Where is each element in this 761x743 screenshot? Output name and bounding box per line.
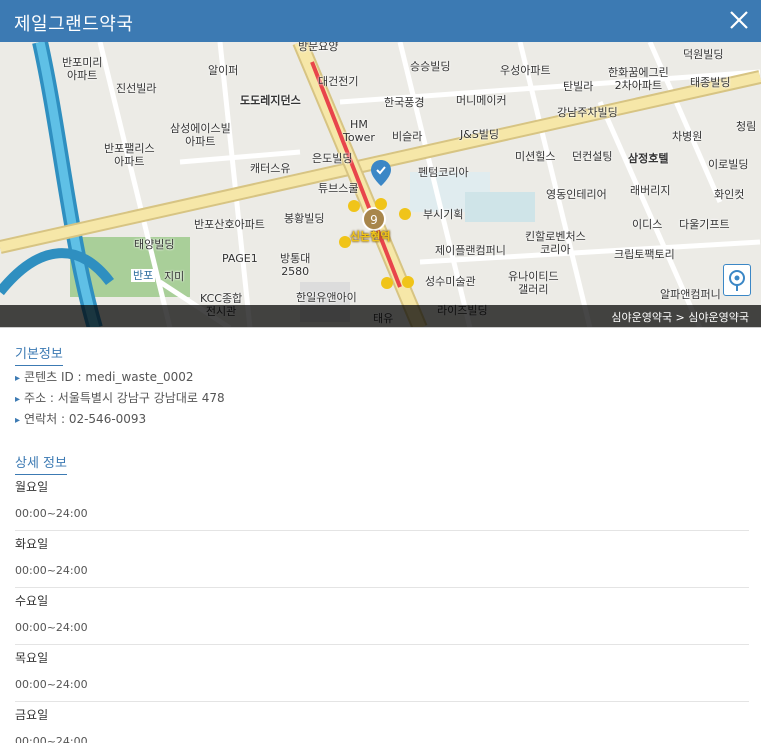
location-pin-icon[interactable] <box>371 160 391 186</box>
hours-row-fri: 금요일 00:00~24:00 <box>15 702 749 743</box>
hours-value: 00:00~24:00 <box>15 507 88 520</box>
map-label: 덕원빌딩 <box>683 48 724 61</box>
map-label: 반포산호아파트 <box>194 218 265 231</box>
hours-row-thu: 목요일 00:00~24:00 <box>15 645 749 702</box>
category-breadcrumb: 심야운영약국 > 심야운영약국 <box>0 305 761 327</box>
map-label: 진선빌라 <box>116 82 157 95</box>
hours-value: 00:00~24:00 <box>15 564 88 577</box>
map-label: 성수미술관 <box>425 275 476 288</box>
map-label: 부시기획 <box>423 208 464 221</box>
map-label: 영동인테리어 <box>546 188 607 201</box>
detail-info-title: 상세 정보 <box>15 452 67 475</box>
map-label: 반포 <box>131 269 156 282</box>
map-label: 태양빌딩 <box>134 238 175 251</box>
map-label: 우성아파트 <box>500 64 551 77</box>
info-content-id: ▸ 콘텐츠 ID : medi_waste_0002 <box>15 370 194 384</box>
map-label: 반포팰리스 아파트 <box>104 142 155 168</box>
hours-row-tue: 화요일 00:00~24:00 <box>15 531 749 588</box>
map-label: 반포미리 아파트 <box>62 56 103 82</box>
map-label: 한국풍경 <box>384 96 425 109</box>
map-label: 강남주차빌딩 <box>557 106 618 119</box>
svg-text:9: 9 <box>370 213 378 227</box>
map-label: HM Tower <box>343 118 375 144</box>
info-phone: ▸ 연락처 : 02-546-0093 <box>15 412 147 426</box>
map-label: 다울기프트 <box>679 218 730 231</box>
day-label: 수요일 <box>15 594 49 608</box>
map-label: 청림 <box>736 120 757 133</box>
map-label: 튜브스쿨 <box>318 182 359 195</box>
hours-row-mon: 월요일 00:00~24:00 <box>15 474 749 531</box>
hours-value: 00:00~24:00 <box>15 735 88 743</box>
map-label: J&S빌딩 <box>460 128 500 141</box>
popup-header: 제일그랜드약국 <box>0 0 761 42</box>
map-label: 은도빌딩 <box>312 152 353 165</box>
map-label: 킨할로벤처스 코리아 <box>525 230 586 256</box>
map-label: 한일유앤아이 <box>296 291 357 304</box>
map-label: 도도레지던스 <box>240 94 301 107</box>
hours-value: 00:00~24:00 <box>15 621 88 634</box>
day-label: 목요일 <box>15 651 49 665</box>
map-label: 알파앤컴퍼니 <box>660 288 721 301</box>
map-label: 방통대 2580 <box>280 252 311 278</box>
map-label: 태종빌딩 <box>690 76 731 89</box>
map-label: 머니메이커 <box>456 94 507 107</box>
map-label: 방문요양 <box>298 42 339 53</box>
map-label: 지미 <box>164 270 185 283</box>
popup-title: 제일그랜드약국 <box>14 14 134 35</box>
map-label: 캐터스유 <box>250 162 291 175</box>
map-label: 미션힐스 <box>515 150 556 163</box>
breadcrumb-text: 심야운영약국 > 심야운영약국 <box>611 311 749 324</box>
map-label: 크립토팩토리 <box>614 248 675 261</box>
close-icon[interactable] <box>725 6 753 34</box>
location-target-icon <box>729 270 745 291</box>
map-label: 화인컷 <box>714 188 745 201</box>
map-label: 신논현역 <box>350 230 391 243</box>
map-label: 차병원 <box>672 130 703 143</box>
map-label: 펜텀코리아 <box>418 166 469 179</box>
map-label: 비슬라 <box>392 130 423 143</box>
info-address: ▸ 주소 : 서울특별시 강남구 강남대로 478 <box>15 391 225 405</box>
map-label: 한화꿈에그린 2차아파트 <box>608 66 669 92</box>
map-label: 이로빌딩 <box>708 158 749 171</box>
day-label: 월요일 <box>15 480 49 494</box>
map-label: 제이플랜컴퍼니 <box>435 244 506 257</box>
bullet-icon: ▸ <box>15 394 21 405</box>
my-location-button[interactable] <box>723 264 751 296</box>
map-label: 던컨설팅 <box>572 150 613 163</box>
map-label: 유나이티드 갤러리 <box>508 270 559 296</box>
map-label: PAGE1 <box>222 252 258 265</box>
map-label: 대건전기 <box>318 75 359 88</box>
hours-row-wed: 수요일 00:00~24:00 <box>15 588 749 645</box>
basic-info-title: 기본정보 <box>15 343 63 366</box>
day-label: 금요일 <box>15 708 49 722</box>
map-label: 삼성에이스빌 아파트 <box>170 122 231 148</box>
bullet-icon: ▸ <box>15 373 21 384</box>
map-label: 봉황빌딩 <box>284 212 325 225</box>
map-view[interactable]: 9 방문요양반포미리 아파트 알이퍼 승승빌딩 우성아파트 덕원빌딩진선빌라 대건전기 한화… <box>0 42 761 328</box>
map-label: 승승빌딩 <box>410 60 451 73</box>
map-label: 이디스 <box>632 218 663 231</box>
map-label: 삼정호텔 <box>628 152 669 165</box>
map-label: 래버리지 <box>630 184 671 197</box>
day-label: 화요일 <box>15 537 49 551</box>
map-label: 알이퍼 <box>208 64 239 77</box>
hours-value: 00:00~24:00 <box>15 678 88 691</box>
bullet-icon: ▸ <box>15 415 21 426</box>
map-label: 탄빌라 <box>563 80 594 93</box>
